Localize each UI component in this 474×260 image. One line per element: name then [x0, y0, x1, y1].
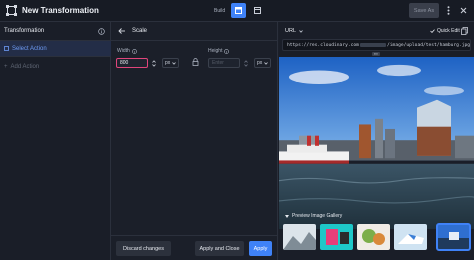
gallery-thumbnails [279, 223, 474, 252]
code-mode-icon [254, 7, 261, 14]
aspect-lock-icon[interactable] [192, 58, 199, 66]
transformation-title: Transformation [4, 28, 45, 34]
preview-image [279, 57, 474, 229]
transformation-panel-header: Transformation [0, 22, 111, 41]
width-input[interactable]: 800 [116, 58, 148, 68]
height-unit-select[interactable]: px [254, 58, 271, 68]
transformation-url-field[interactable]: https://res.cloudinary.com /image/upload… [282, 39, 471, 51]
save-as-button[interactable]: Save As [409, 3, 439, 18]
height-stepper[interactable] [243, 58, 249, 68]
info-icon[interactable] [131, 48, 137, 54]
url-suffix: /image/upload/test/hamburg.jpg [387, 42, 470, 48]
back-arrow-icon[interactable] [118, 27, 126, 35]
info-icon[interactable] [224, 48, 230, 54]
view-mode-select[interactable]: URL [285, 28, 303, 34]
check-icon [430, 29, 435, 33]
close-button[interactable] [458, 5, 468, 16]
select-action-item[interactable]: Select Action [0, 41, 111, 57]
code-mode-button[interactable] [250, 3, 265, 18]
build-mode-icon [235, 7, 242, 14]
gallery-thumbnail[interactable] [320, 224, 353, 250]
height-input[interactable]: Enter [208, 58, 240, 68]
chevron-up-icon [244, 59, 248, 63]
apply-and-close-button[interactable]: Apply and Close [195, 241, 244, 256]
build-mode-button[interactable] [231, 3, 246, 18]
action-footer: Discard changes Apply and Close Apply [111, 235, 278, 260]
gallery-thumbnail[interactable] [357, 224, 390, 250]
action-settings-header: Scale [111, 22, 278, 41]
chevron-up-icon [152, 59, 156, 63]
app-header: New Transformation Build Save As [0, 0, 474, 22]
more-menu-button[interactable] [443, 5, 453, 16]
chevron-down-icon [264, 61, 268, 65]
info-icon[interactable] [98, 28, 105, 35]
height-label: Height [208, 48, 230, 54]
plus-icon: + [4, 64, 8, 70]
add-action-button[interactable]: + Add Action [0, 59, 111, 75]
width-label: Width [117, 48, 137, 54]
gallery-thumbnail[interactable] [283, 224, 316, 250]
url-prefix: https://res.cloudinary.com [287, 42, 359, 48]
action-square-icon [4, 46, 9, 51]
build-mode-label: Build [214, 8, 226, 14]
chevron-down-icon [299, 29, 303, 33]
add-action-label: Add Action [10, 64, 40, 70]
app-title: New Transformation [22, 6, 99, 15]
gallery-thumbnail[interactable] [394, 224, 427, 250]
preview-panel: URL Quick Edit https://res.cloudinary.co… [279, 22, 474, 260]
action-settings-panel: Scale Width 800 px Height Enter px Disca… [111, 22, 278, 260]
scale-title: Scale [132, 28, 148, 34]
quick-edit-button[interactable]: Quick Edit [430, 28, 460, 34]
copy-icon[interactable] [461, 27, 468, 35]
chevron-down-icon [152, 63, 156, 67]
width-stepper[interactable] [151, 58, 157, 68]
close-icon [460, 7, 466, 14]
url-cloud-name-redacted [359, 43, 387, 47]
chevron-down-icon [172, 61, 176, 65]
preview-header: URL Quick Edit [279, 22, 474, 39]
apply-button[interactable]: Apply [249, 241, 272, 256]
discard-changes-button[interactable]: Discard changes [116, 241, 171, 256]
preview-gallery-toggle[interactable]: Preview Image Gallery [279, 210, 474, 222]
size-badge: ▪▪▪ [372, 52, 380, 56]
preview-gallery-label: Preview Image Gallery [292, 213, 343, 219]
transformation-panel: Transformation Select Action + Add Actio… [0, 22, 111, 260]
select-action-label: Select Action [12, 45, 47, 52]
gallery-thumbnail-selected[interactable] [436, 223, 471, 251]
chevron-down-icon [244, 63, 248, 67]
triangle-down-icon [285, 214, 289, 218]
width-unit-select[interactable]: px [162, 58, 179, 68]
more-vertical-icon [447, 6, 449, 15]
transform-logo-icon [6, 5, 17, 16]
